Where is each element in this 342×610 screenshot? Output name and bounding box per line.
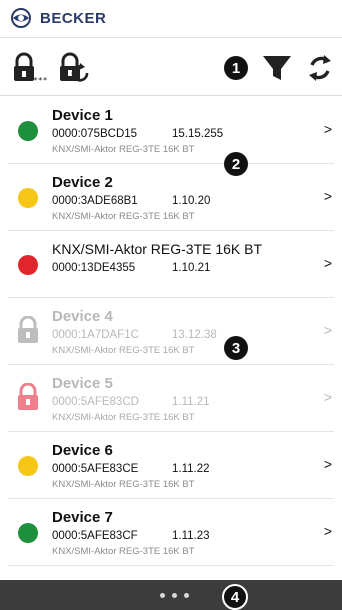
device-row-2[interactable]: Device 2 0000:3ADE68B1 1.10.20 KNX/SMI-A… [8, 164, 334, 231]
device-firmware: 1.10.21 [172, 262, 211, 274]
device-model: KNX/SMI-Aktor REG-3TE 16K BT [52, 479, 195, 490]
device-model: KNX/SMI-Aktor REG-3TE 16K BT [52, 412, 195, 423]
device-code: 0000:1A7DAF1C [52, 329, 139, 341]
status-dot-red [18, 255, 38, 275]
page-indicator[interactable] [160, 593, 189, 598]
brand-name: BECKER [40, 10, 107, 27]
callout-3: 3 [224, 336, 248, 360]
device-name: KNX/SMI-Aktor REG-3TE 16K BT [52, 241, 263, 257]
lock-reset-icon[interactable] [58, 52, 92, 84]
status-dot-green [18, 523, 38, 543]
device-name: Device 7 [52, 509, 113, 526]
device-code: 0000:075BCD15 [52, 128, 138, 140]
device-name: Device 6 [52, 442, 113, 459]
filter-icon[interactable] [262, 52, 292, 84]
device-firmware: 1.11.21 [172, 396, 210, 408]
device-name: Device 5 [52, 375, 113, 392]
footer-bar [0, 580, 342, 610]
device-code: 0000:5AFE83CD [52, 396, 139, 408]
chevron-right-icon: > [323, 456, 332, 472]
chevron-right-icon: > [323, 121, 332, 137]
device-firmware: 1.10.20 [172, 195, 211, 207]
device-model: KNX/SMI-Aktor REG-3TE 16K BT [52, 546, 195, 557]
chevron-right-icon: > [323, 322, 332, 338]
device-name: Device 4 [52, 308, 113, 325]
device-row-5[interactable]: Device 5 0000:5AFE83CD 1.11.21 KNX/SMI-A… [8, 365, 334, 432]
callout-4: 4 [222, 584, 248, 610]
chevron-right-icon: > [323, 255, 332, 271]
chevron-right-icon: > [323, 523, 332, 539]
status-dot-yellow [18, 188, 38, 208]
svg-text:****: **** [33, 76, 48, 84]
device-model: KNX/SMI-Aktor REG-3TE 16K BT [52, 345, 195, 356]
becker-logo-icon [11, 8, 31, 28]
page-dot [172, 593, 177, 598]
device-row-4[interactable]: Device 4 0000:1A7DAF1C 13.12.38 KNX/SMI-… [8, 298, 334, 365]
callout-1: 1 [224, 56, 248, 80]
page-dot [160, 593, 165, 598]
device-model: KNX/SMI-Aktor REG-3TE 16K BT [52, 211, 195, 222]
device-firmware: 15.15.255 [172, 128, 224, 140]
device-row-7[interactable]: Device 7 0000:5AFE83CF 1.11.23 KNX/SMI-A… [8, 499, 334, 566]
lock-icon [18, 383, 38, 410]
device-firmware: 13.12.38 [172, 329, 217, 341]
chevron-right-icon: > [323, 188, 332, 204]
device-name: Device 2 [52, 174, 113, 191]
refresh-icon[interactable] [306, 52, 334, 84]
lock-icon [18, 316, 38, 343]
device-firmware: 1.11.22 [172, 463, 210, 475]
device-code: 0000:3ADE68B1 [52, 195, 138, 207]
device-row-1[interactable]: Device 1 0000:075BCD15 15.15.255 KNX/SMI… [8, 97, 334, 164]
device-name: Device 1 [52, 107, 113, 124]
device-code: 0000:5AFE83CE [52, 463, 139, 475]
device-list: Device 1 0000:075BCD15 15.15.255 KNX/SMI… [0, 97, 342, 566]
device-row-6[interactable]: Device 6 0000:5AFE83CE 1.11.22 KNX/SMI-A… [8, 432, 334, 499]
page-dot [184, 593, 189, 598]
app-header: BECKER [0, 0, 342, 38]
device-model: KNX/SMI-Aktor REG-3TE 16K BT [52, 144, 195, 155]
status-dot-green [18, 121, 38, 141]
device-row-3[interactable]: KNX/SMI-Aktor REG-3TE 16K BT 0000:13DE43… [8, 231, 334, 298]
device-code: 0000:13DE4355 [52, 262, 136, 274]
device-firmware: 1.11.23 [172, 530, 210, 542]
lock-code-icon[interactable]: **** [12, 52, 48, 84]
device-code: 0000:5AFE83CF [52, 530, 138, 542]
chevron-right-icon: > [323, 389, 332, 405]
toolbar: **** [0, 38, 342, 96]
callout-2: 2 [224, 152, 248, 176]
status-dot-yellow [18, 456, 38, 476]
